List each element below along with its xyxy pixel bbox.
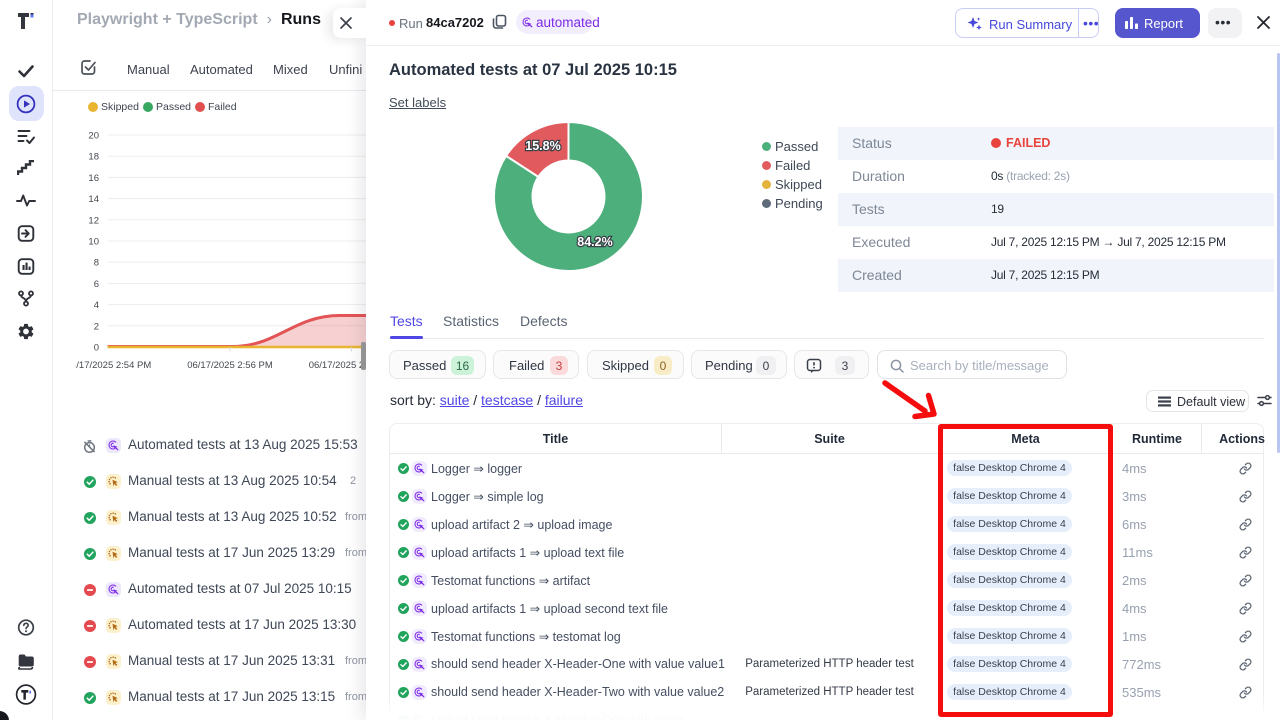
svg-text:06/17/2025 2:56 PM: 06/17/2025 2:56 PM: [187, 360, 273, 371]
svg-text:84.2%: 84.2%: [577, 235, 612, 249]
svg-text:06/17/2025 2:58 PM: 06/17/2025 2:58 PM: [309, 360, 368, 371]
svg-text:06/17/2025 2:54 PM: 06/17/2025 2:54 PM: [66, 360, 152, 371]
svg-text:2: 2: [94, 321, 99, 332]
svg-text:12: 12: [88, 215, 99, 226]
svg-text:6: 6: [94, 279, 99, 290]
svg-text:18: 18: [88, 152, 99, 163]
svg-text:20: 20: [88, 131, 99, 142]
svg-text:4: 4: [94, 300, 99, 311]
svg-text:0: 0: [94, 343, 99, 354]
svg-text:15.8%: 15.8%: [525, 139, 560, 153]
svg-text:14: 14: [88, 194, 99, 205]
svg-text:16: 16: [88, 173, 99, 184]
svg-text:10: 10: [88, 237, 99, 248]
svg-text:8: 8: [94, 258, 99, 269]
